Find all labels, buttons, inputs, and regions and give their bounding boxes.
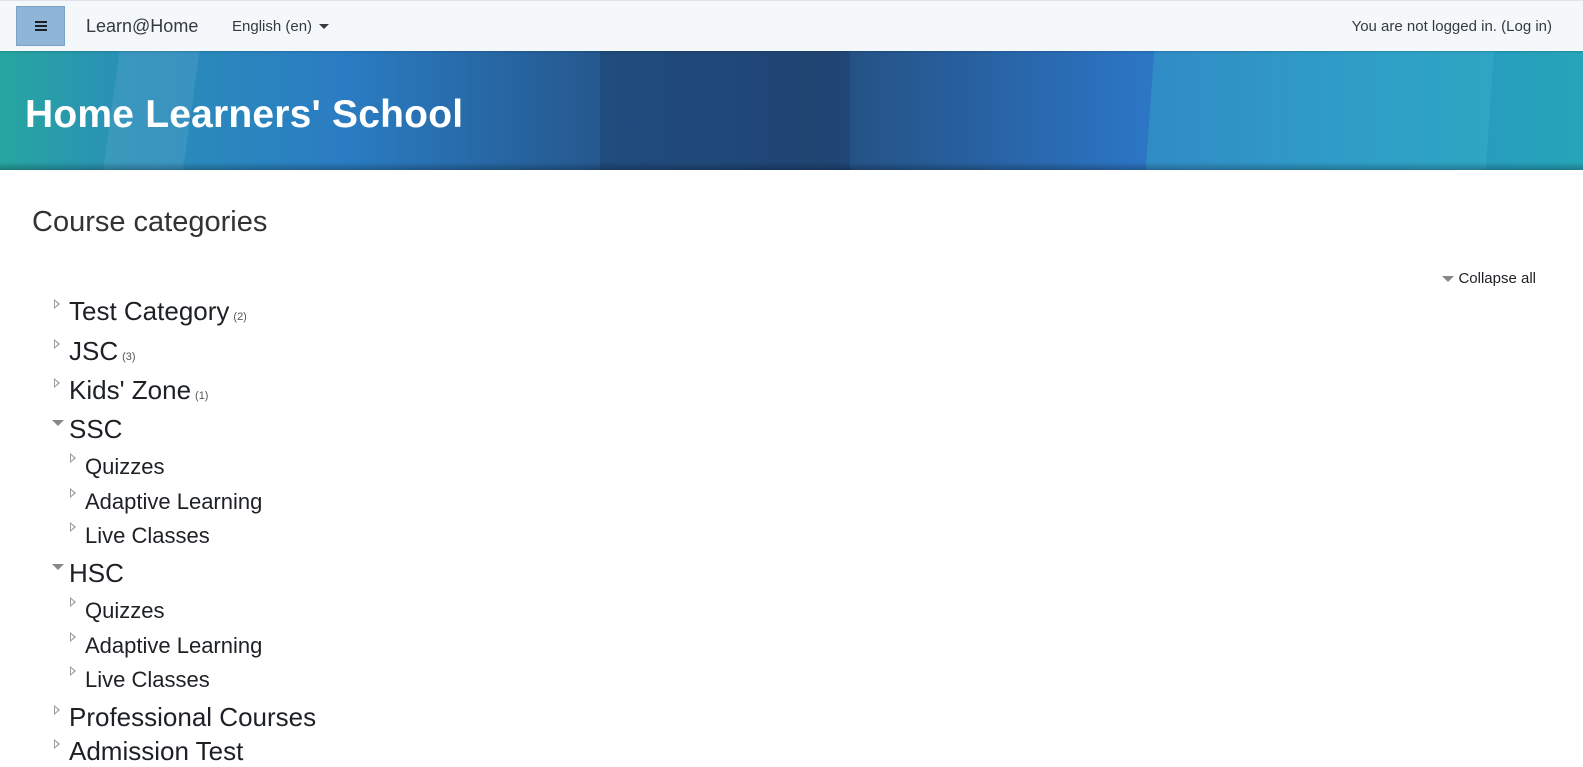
category-count: (1) [195, 390, 209, 402]
subcategory-item[interactable]: Adaptive Learning [68, 488, 262, 515]
category-name[interactable]: Admission Test [69, 736, 243, 767]
page-title: Course categories [32, 206, 268, 238]
hamburger-icon [34, 21, 47, 31]
expand-triangle-icon [54, 299, 60, 309]
category-count: (2) [233, 311, 247, 323]
subcategory-item[interactable]: Adaptive Learning [68, 632, 262, 659]
collapse-triangle-icon [52, 420, 64, 426]
caret-down-icon [319, 24, 330, 29]
collapse-all-label: Collapse all [1458, 270, 1536, 287]
category-item[interactable]: HSC [52, 558, 124, 589]
expand-triangle-icon [54, 339, 60, 349]
expand-triangle-icon [70, 488, 76, 498]
category-count: (3) [122, 351, 136, 363]
category-item[interactable]: SSC [52, 414, 122, 445]
expand-triangle-icon [70, 632, 76, 642]
expand-triangle-icon [54, 739, 60, 749]
drawer-toggle-button[interactable] [16, 6, 65, 46]
expand-triangle-icon [54, 705, 60, 715]
subcategory-item[interactable]: Live Classes [68, 522, 210, 549]
category-name[interactable]: JSC [69, 336, 118, 367]
subcategory-name[interactable]: Quizzes [85, 454, 164, 480]
site-name-link[interactable]: Learn@Home [86, 16, 198, 37]
collapse-triangle-icon [52, 564, 64, 570]
subcategory-name[interactable]: Live Classes [85, 667, 210, 693]
subcategory-name[interactable]: Adaptive Learning [85, 489, 262, 515]
language-label: English (en) [232, 18, 313, 35]
subcategory-name[interactable]: Quizzes [85, 598, 164, 624]
site-title: Home Learners' School [25, 93, 464, 136]
language-menu[interactable]: English (en) [232, 18, 330, 35]
collapse-all-link[interactable]: Collapse all [1442, 270, 1536, 287]
category-item[interactable]: Admission Test [52, 736, 243, 767]
expand-triangle-icon [54, 378, 60, 388]
login-link[interactable]: (Log in) [1501, 18, 1552, 35]
subcategory-item[interactable]: Quizzes [68, 597, 164, 624]
expand-triangle-icon [70, 453, 76, 463]
category-item[interactable]: JSC (3) [52, 336, 136, 367]
header-banner: Home Learners' School [0, 50, 1583, 170]
category-name[interactable]: HSC [69, 558, 124, 589]
subcategory-name[interactable]: Live Classes [85, 523, 210, 549]
subcategory-item[interactable]: Live Classes [68, 666, 210, 693]
category-name[interactable]: Kids' Zone [69, 375, 191, 406]
triangle-down-icon [1442, 275, 1455, 282]
subcategory-name[interactable]: Adaptive Learning [85, 633, 262, 659]
expand-triangle-icon [70, 597, 76, 607]
category-name[interactable]: Professional Courses [69, 702, 316, 733]
login-info: You are not logged in. (Log in) [1352, 18, 1552, 35]
login-status-text: You are not logged in. [1351, 18, 1497, 35]
category-item[interactable]: Professional Courses [52, 702, 316, 733]
category-item[interactable]: Kids' Zone (1) [52, 375, 208, 406]
subcategory-item[interactable]: Quizzes [68, 453, 164, 480]
category-name[interactable]: Test Category [69, 296, 229, 327]
category-item[interactable]: Test Category (2) [52, 296, 247, 327]
expand-triangle-icon [70, 522, 76, 532]
expand-triangle-icon [70, 666, 76, 676]
category-name[interactable]: SSC [69, 414, 122, 445]
top-navbar: Learn@Home English (en) You are not logg… [0, 0, 1583, 51]
